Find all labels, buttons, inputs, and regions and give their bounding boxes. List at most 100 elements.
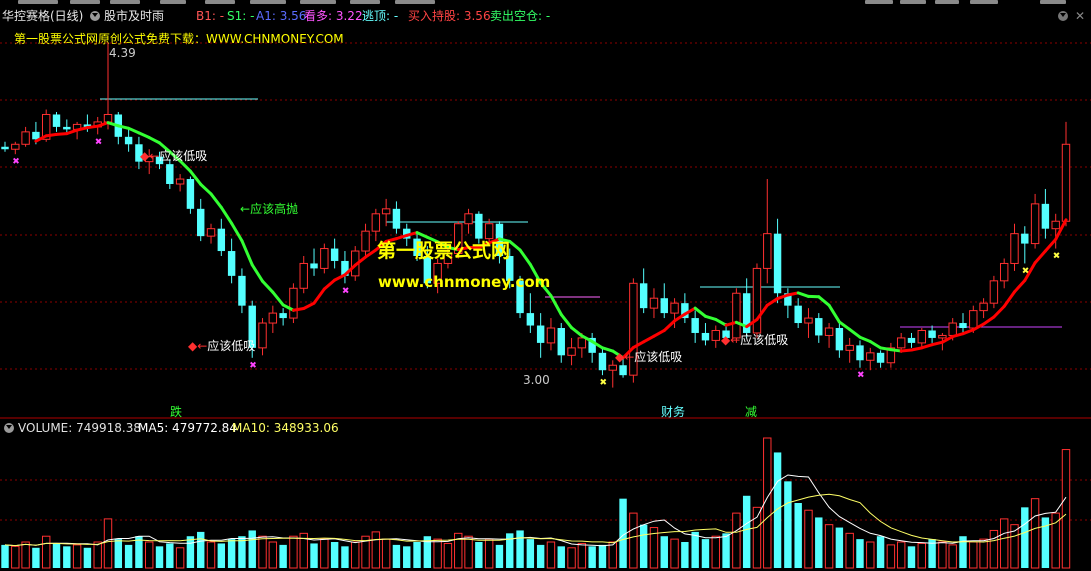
volume-bar-down <box>794 503 802 568</box>
volume-bar-down <box>856 539 864 568</box>
candle-down <box>279 313 287 319</box>
candle-up <box>752 267 762 334</box>
candle-down <box>330 248 339 261</box>
volume-bar-up <box>443 542 453 569</box>
volume-bar-down <box>722 533 730 568</box>
volume-value: VOLUME: 749918.38 <box>18 421 141 435</box>
volume-bar-down <box>588 546 596 568</box>
volume-bar-up <box>917 542 926 569</box>
candle-up <box>464 213 473 225</box>
candle-up <box>103 113 113 123</box>
moving-average-segment <box>230 221 244 243</box>
moving-average-segment <box>1002 290 1016 308</box>
volume-bar-up <box>989 529 999 569</box>
volume-bar-down <box>217 543 226 568</box>
arrow-left-icon: ◆← <box>140 149 160 163</box>
candle-down <box>1041 203 1050 229</box>
volume-bar-down <box>310 543 318 568</box>
candle-up <box>1030 203 1040 245</box>
volume-bar-up <box>484 538 494 569</box>
volume-bar-down <box>114 539 123 568</box>
candle-down <box>52 114 61 127</box>
volume-bar-up <box>979 538 988 569</box>
volume-bar-up <box>93 541 102 569</box>
candle-down <box>959 323 967 328</box>
candle-up <box>845 344 854 351</box>
volume-bar-up <box>866 541 875 569</box>
moving-average-segment <box>127 126 141 135</box>
signal-cross-mark: ✖ <box>599 378 607 388</box>
moving-average-segment <box>559 313 574 330</box>
buy-low-annotation-2: ◆←应该低吸 <box>188 339 256 353</box>
volume-bar-down <box>681 542 689 568</box>
volume-bar-down <box>279 544 287 568</box>
moving-average-segment <box>652 328 666 338</box>
moving-average-segment <box>209 192 223 209</box>
candle-down <box>639 283 648 309</box>
volume-bar-down <box>526 539 535 568</box>
candle-down <box>526 313 535 326</box>
candle-down <box>1 146 9 150</box>
arrow-left-icon: ← <box>240 202 251 216</box>
volume-bar-down <box>691 531 699 568</box>
moving-average-segment <box>65 128 79 136</box>
candle-up <box>546 327 556 344</box>
candle-down <box>475 213 483 239</box>
volume-bar-down <box>248 530 256 568</box>
volume-bar-down <box>124 544 133 568</box>
volume-bar-down <box>876 536 885 568</box>
watermark-title: 第一股票公式网 <box>377 240 511 262</box>
event-marker-3[interactable]: 减 <box>745 403 757 420</box>
volume-bar-up <box>567 547 576 569</box>
candle-down <box>197 208 205 237</box>
signal-cross-mark: ✖ <box>12 157 20 167</box>
volume-bar-up <box>206 541 216 569</box>
moving-average-segment <box>302 301 316 310</box>
volume-bar-up <box>72 544 82 569</box>
event-marker-2[interactable]: 财务 <box>661 403 685 420</box>
event-marker-1[interactable]: 跌 <box>170 403 182 420</box>
candle-up <box>948 322 957 336</box>
candle-down <box>238 275 246 306</box>
candle-down <box>691 318 699 333</box>
candle-down <box>794 305 802 324</box>
volume-bar-up <box>145 541 154 569</box>
volume-bar-down <box>784 481 792 568</box>
volume-bar-up <box>268 541 278 569</box>
volume-bar-down <box>815 517 823 568</box>
volume-bar-down <box>1 544 9 568</box>
buy-low-annotation-4: ◆←应该低吸 <box>721 333 789 347</box>
moving-average-segment <box>827 303 841 324</box>
moving-average-segment <box>899 348 913 353</box>
candle-up <box>381 208 391 215</box>
candle-down <box>217 228 226 252</box>
candle-down <box>557 328 565 356</box>
moving-average-segment <box>992 304 1006 319</box>
candle-up <box>258 322 267 349</box>
volume-bar-down <box>135 536 143 568</box>
moving-average-segment <box>786 291 800 297</box>
volume-bar-down <box>83 547 92 568</box>
volume-bar-down <box>341 546 349 568</box>
candle-down <box>701 332 710 341</box>
candle-up <box>804 317 813 324</box>
candle-up <box>289 287 298 319</box>
volume-bar-down <box>197 531 205 568</box>
volume-bar-down <box>32 547 40 568</box>
arrow-left-icon: ◆← <box>615 350 635 364</box>
volume-bar-up <box>320 538 329 569</box>
moving-average-segment <box>982 315 996 326</box>
arrow-left-icon: ◆← <box>188 339 208 353</box>
volume-bar-down <box>701 539 710 568</box>
volume-bar-down <box>660 536 668 568</box>
volume-bar-down <box>155 546 164 568</box>
candle-down <box>536 325 545 343</box>
sell-high-annotation: ←应该高抛 <box>240 202 299 216</box>
volume-dropdown-icon[interactable] <box>4 423 14 433</box>
candle-up <box>670 302 679 314</box>
moving-average-segment <box>261 279 275 294</box>
volume-bar-up <box>629 512 638 569</box>
moving-average-segment <box>889 348 903 353</box>
moving-average-segment <box>848 327 862 339</box>
volume-bar-down <box>166 543 174 568</box>
